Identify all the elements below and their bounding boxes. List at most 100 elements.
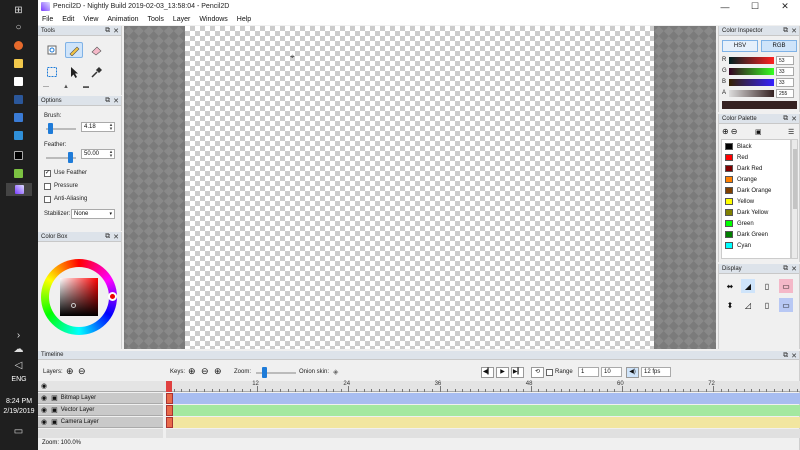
use-feather-checkbox[interactable]: ✓ [44,170,51,177]
keyframe[interactable] [166,393,173,404]
b-slider[interactable] [729,79,774,86]
select-tool[interactable] [43,64,61,80]
grid-icon[interactable]: ▯ [760,298,774,312]
menu-layer[interactable]: Layer [173,16,191,23]
add-layer-icon[interactable]: ⊕ [66,366,74,377]
float-icon[interactable]: ⧉ [105,27,110,35]
loop-button[interactable]: ⟲ [531,367,544,378]
feather-spinbox[interactable]: 50.00 ▴ ▾ [81,149,115,159]
g-value[interactable]: 33 [776,67,794,76]
menu-animation[interactable]: Animation [107,16,138,23]
eyedropper-tool[interactable] [87,64,105,80]
play-button[interactable]: ▶ [496,367,509,378]
close-icon[interactable]: ✕ [791,352,797,360]
remove-color-icon[interactable]: ⊖ [731,127,738,136]
remove-layer-icon[interactable]: ⊖ [78,366,86,377]
layer-visibility-icon[interactable]: ◉ [41,394,47,402]
sound-button[interactable]: ◀) [626,367,639,378]
store-icon[interactable] [11,75,26,88]
float-icon[interactable]: ⧉ [783,265,788,273]
layer-track[interactable] [166,405,800,416]
feather-slider-handle[interactable] [68,152,73,163]
move-tool[interactable] [65,64,83,80]
language-indicator[interactable]: ENG [0,376,38,383]
palette-item[interactable]: Dark Yellow [725,207,768,218]
app-icon-blue[interactable] [11,111,26,124]
palette-menu-icon[interactable]: ☰ [788,128,794,136]
app-icon-steam[interactable] [11,129,26,142]
layer-visibility-icon[interactable]: ◉ [41,418,47,426]
brush-slider-handle[interactable] [48,123,53,134]
clock-time[interactable]: 8:24 PM [0,398,38,405]
hue-handle[interactable] [108,292,117,301]
brush-size-spinbox[interactable]: 4.18 ▴ ▾ [81,122,115,132]
drawing-canvas[interactable]: ⌖ [185,26,654,349]
palette-item[interactable]: Orange [725,174,757,185]
palette-item[interactable]: Cyan [725,240,751,251]
close-button[interactable]: ✕ [770,0,800,13]
layer-row[interactable]: ◉ ▣ Bitmap Layer [38,393,163,404]
palette-item[interactable]: Red [725,152,748,163]
eraser-tool[interactable] [87,42,105,58]
menu-tools[interactable]: Tools [148,16,164,23]
close-icon[interactable]: ✕ [791,115,797,123]
close-icon[interactable]: ✕ [113,97,119,105]
r-value[interactable]: 53 [776,56,794,65]
terminal-icon[interactable] [11,149,26,162]
close-icon[interactable]: ✕ [113,27,119,35]
layer-visibility-icon[interactable]: ◉ [41,406,47,414]
float-icon[interactable]: ⧉ [783,352,788,360]
menu-file[interactable]: File [42,16,53,23]
add-color-icon[interactable]: ⊕ [722,127,729,136]
bucket-tool-icon[interactable]: ▲ [63,84,69,90]
remove-key-icon[interactable]: ⊖ [201,366,209,377]
hand-tool-icon[interactable]: ▬ [83,84,89,90]
hsv-tab[interactable]: HSV [722,40,758,52]
onedrive-icon[interactable]: ☁ [11,343,26,356]
palette-item[interactable]: Black [725,141,752,152]
menu-edit[interactable]: Edit [62,16,74,23]
rewind-button[interactable]: ◀▎ [481,367,494,378]
clear-tool[interactable] [43,42,61,58]
horizontal-flip-icon[interactable]: ⬌ [723,279,737,293]
menu-windows[interactable]: Windows [199,16,227,23]
firefox-icon[interactable] [11,39,26,52]
saturation-value-square[interactable] [60,278,98,316]
menu-help[interactable]: Help [237,16,251,23]
duplicate-key-icon[interactable]: ⊕ [214,366,222,377]
rgb-tab[interactable]: RGB [761,40,797,52]
keyframe[interactable] [166,417,173,428]
palette-item[interactable]: Dark Red [725,163,762,174]
layer-track[interactable] [166,393,800,404]
outlines-icon[interactable]: ◢ [741,279,755,293]
brush-tool-icon[interactable]: — [43,84,49,90]
pencil2d-taskbar-icon[interactable] [6,183,32,196]
a-slider[interactable] [729,90,774,97]
windows-start-icon[interactable]: ⊞ [11,4,26,17]
a-value[interactable]: 255 [776,89,794,98]
layer-track[interactable] [166,417,800,428]
stabilizer-dropdown[interactable]: None ▾ [71,209,115,219]
anti-aliasing-checkbox[interactable] [44,196,51,203]
keyframe[interactable] [166,405,173,416]
playhead[interactable] [166,381,172,392]
palette-item[interactable]: Yellow [725,196,754,207]
clock-date[interactable]: 2/19/2019 [0,408,38,415]
palette-item[interactable]: Dark Orange [725,185,771,196]
fps-spinbox[interactable]: 12 fps [641,367,671,377]
pencil-tool[interactable] [65,42,83,58]
palette-item[interactable]: Green [725,218,754,229]
float-icon[interactable]: ⧉ [783,115,788,123]
thin-lines-icon[interactable]: ▯ [760,279,774,293]
mirror-icon[interactable]: ◿ [741,298,755,312]
file-explorer-icon[interactable] [11,57,26,70]
layers-hscroll[interactable] [38,429,163,438]
layer-row[interactable]: ◉ ▣ Camera Layer [38,417,163,428]
range-end-spinbox[interactable]: 10 [601,367,622,377]
onion-prev-icon[interactable]: ▭ [779,279,793,293]
maximize-button[interactable]: ☐ [740,0,770,13]
minimize-button[interactable]: — [710,0,740,13]
onion-skin-icon[interactable]: ◈ [333,368,338,376]
range-start-spinbox[interactable]: 1 [578,367,599,377]
spin-arrows-icon[interactable]: ▴ ▾ [108,150,114,159]
